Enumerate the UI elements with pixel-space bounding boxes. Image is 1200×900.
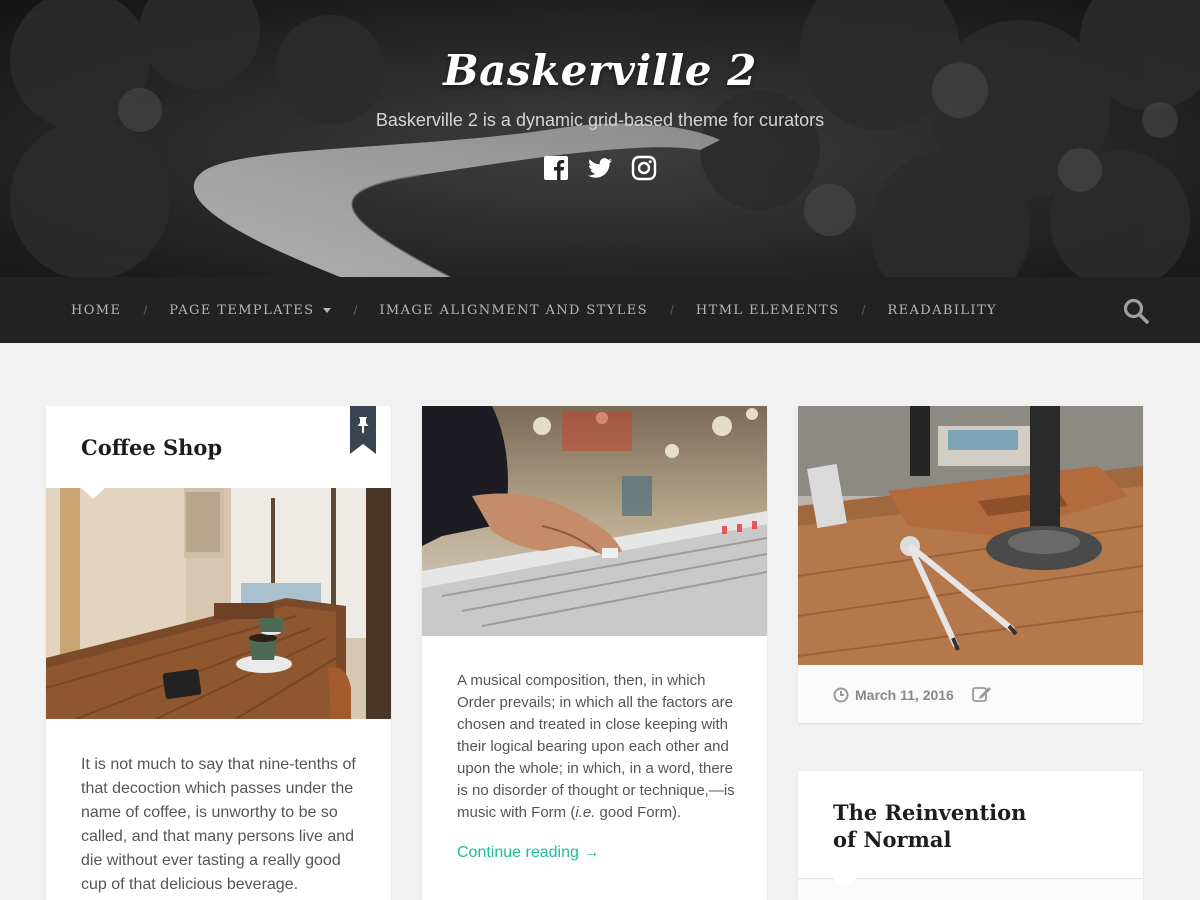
site-description: Baskerville 2 is a dynamic grid-based th… [375,110,825,130]
post-meta: March 11, 2016 [798,665,1143,723]
nav-item-readability[interactable]: Readability [887,303,997,318]
social-links [0,155,1200,181]
post-thumbnail-image[interactable] [46,488,391,719]
post-thumbnail-image[interactable] [798,406,1143,665]
post-title[interactable]: The Reinvention of Normal [833,799,1033,853]
nav-label: Page Templates [169,302,315,318]
post-excerpt: A musical composition, then, in which Or… [457,670,742,824]
post-thumbnail-image[interactable] [422,406,767,636]
excerpt-italic: i.e. [575,804,596,821]
card-pointer [833,878,857,889]
sticky-post-flag-icon[interactable] [350,406,376,454]
nav-label: Image Alignment and Styles [379,302,648,318]
nav-item-html-elements[interactable]: HTML Elements [696,303,840,318]
nav-separator: / [353,302,358,318]
nav-separator: / [861,302,866,318]
site-title[interactable]: Baskerville 2 [0,46,1200,95]
post-card-photo: March 11, 2016 [798,406,1143,723]
nav-label: Readability [887,302,998,318]
caret-down-icon [323,307,332,313]
post-card-reinvention-of-normal: The Reinvention of Normal [798,771,1143,900]
nav-label: HTML Elements [695,302,840,318]
edit-icon[interactable] [972,685,992,703]
header-background-image [0,0,1200,277]
excerpt-text: good Form). [595,804,682,821]
continue-reading-link[interactable]: Continue reading → [457,844,599,862]
post-card-coffee-shop: Coffee Shop It is not much to say that n… [46,406,391,900]
post-title[interactable]: Coffee Shop [81,434,341,461]
site-header: Baskerville 2 Baskerville 2 is a dynamic… [0,0,1200,277]
nav-label: Home [71,302,122,318]
post-excerpt: It is not much to say that nine-tenths o… [81,756,356,893]
nav-separator: / [143,302,148,318]
post-card-musical-composition: A musical composition, then, in which Or… [422,406,767,900]
facebook-icon[interactable] [543,155,569,181]
post-date[interactable]: March 11, 2016 [855,687,954,703]
card-pointer [81,488,105,499]
nav-item-home[interactable]: Home [71,303,121,318]
excerpt-text: A musical composition, then, in which Or… [457,672,735,821]
twitter-icon[interactable] [587,155,613,181]
nav-item-page-templates[interactable]: Page Templates [169,302,332,318]
clock-icon [833,687,849,703]
nav-item-image-alignment[interactable]: Image Alignment and Styles [379,303,648,318]
main-navigation: Home / Page Templates / Image Alignment … [0,277,1200,343]
nav-separator: / [670,302,674,318]
instagram-icon[interactable] [631,155,657,181]
search-icon[interactable] [1122,297,1150,325]
